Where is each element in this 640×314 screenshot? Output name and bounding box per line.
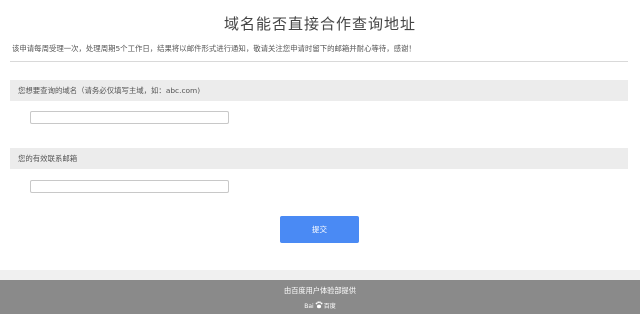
- footer-gap: [0, 270, 640, 280]
- footer: 由百度用户体验部提供 Bai 百度: [0, 280, 640, 314]
- logo-text-left: Bai: [304, 303, 314, 310]
- logo-text-right: 百度: [323, 303, 336, 310]
- submit-button[interactable]: 提交: [280, 216, 359, 243]
- footer-provider-text: 由百度用户体验部提供: [284, 286, 356, 295]
- baidu-paw-icon: [315, 301, 323, 312]
- email-input[interactable]: [30, 180, 229, 193]
- baidu-logo: Bai 百度: [0, 301, 640, 312]
- email-section-label: 您的有效联系邮箱: [10, 148, 628, 169]
- page-title: 域名能否直接合作查询地址: [223, 15, 416, 33]
- domain-input[interactable]: [30, 111, 229, 124]
- feedback-form-page: 域名能否直接合作查询地址 该申请每周受理一次，处理周期5个工作日，结果将以邮件形…: [0, 0, 640, 270]
- notice-text: 该申请每周受理一次，处理周期5个工作日，结果将以邮件形式进行通知，敬请关注您申请…: [12, 44, 416, 53]
- domain-section-label: 您想要查询的域名（请务必仅填写主域，如：abc.com): [10, 80, 628, 101]
- title-divider: [10, 61, 628, 62]
